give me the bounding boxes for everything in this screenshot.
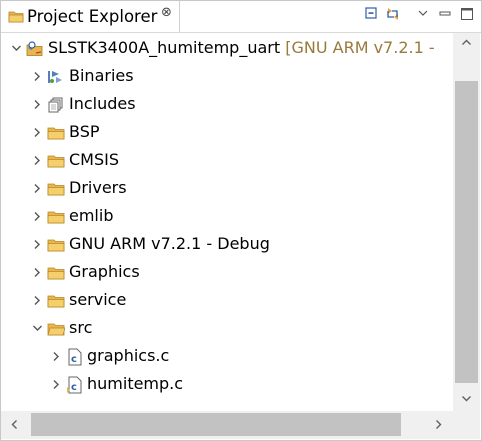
tree-item-label: Graphics	[69, 262, 140, 281]
chevron-right-icon[interactable]	[32, 183, 43, 194]
tree-item-label: Drivers	[69, 178, 127, 197]
folder-open-icon	[47, 320, 66, 338]
tree-item-service[interactable]: service	[1, 287, 453, 315]
scroll-right-icon[interactable]	[433, 419, 444, 433]
tree-item-graphics[interactable]: Graphics	[1, 259, 453, 287]
c-source-file-icon: c	[66, 348, 84, 366]
tree-item-label: src	[69, 318, 93, 337]
scroll-left-icon[interactable]	[9, 419, 20, 433]
scrollbar-corner	[453, 411, 480, 439]
chevron-right-icon[interactable]	[32, 239, 43, 250]
project-name: SLSTK3400A_humitemp_uart	[48, 38, 281, 57]
includes-icon	[47, 96, 65, 114]
tree-item-label: graphics.c	[87, 346, 170, 365]
link-with-editor-icon[interactable]	[385, 6, 401, 22]
chevron-right-icon[interactable]	[32, 267, 43, 278]
tree-item-label: Binaries	[69, 66, 134, 85]
tab-project-explorer[interactable]: Project Explorer ⊗	[1, 1, 180, 32]
folder-icon	[47, 264, 65, 282]
folder-icon	[47, 180, 65, 198]
tree-item-graphics-c[interactable]: c graphics.c	[1, 343, 453, 371]
binaries-icon	[47, 68, 65, 86]
chevron-right-icon[interactable]	[32, 211, 43, 222]
tree-item-humitemp-c[interactable]: c humitemp.c	[1, 371, 453, 399]
minimize-icon[interactable]	[437, 6, 453, 22]
folder-icon	[47, 124, 65, 142]
tree-item-src[interactable]: src	[1, 315, 453, 343]
tree-item-label: humitemp.c	[87, 374, 184, 393]
folder-icon	[47, 152, 65, 170]
tree-item-debug-folder[interactable]: GNU ARM v7.2.1 - Debug	[1, 231, 453, 259]
folder-icon	[47, 236, 65, 254]
project-icon	[26, 40, 44, 58]
tree-item-label: service	[69, 290, 127, 309]
tree-item-cmsis[interactable]: CMSIS	[1, 147, 453, 175]
svg-text:c: c	[71, 382, 77, 393]
tab-title: Project Explorer	[27, 7, 158, 26]
scroll-down-icon[interactable]	[461, 393, 472, 407]
folder-icon	[8, 9, 24, 28]
c-source-file-icon: c	[66, 376, 84, 394]
tree-item-label: BSP	[69, 122, 100, 141]
tree-item-label: GNU ARM v7.2.1 - Debug	[69, 234, 270, 253]
tree-item-bsp[interactable]: BSP	[1, 119, 453, 147]
tree-item-includes[interactable]: Includes	[1, 91, 453, 119]
project-label: SLSTK3400A_humitemp_uart [GNU ARM v7.2.1…	[48, 38, 435, 57]
scroll-up-icon[interactable]	[461, 37, 472, 51]
folder-icon	[47, 208, 65, 226]
chevron-right-icon[interactable]	[32, 127, 43, 138]
folder-icon	[47, 292, 65, 310]
chevron-right-icon[interactable]	[51, 379, 62, 390]
horizontal-scrollbar[interactable]	[1, 411, 453, 439]
horizontal-scroll-thumb[interactable]	[31, 413, 401, 436]
project-tree: SLSTK3400A_humitemp_uart [GNU ARM v7.2.1…	[1, 33, 453, 409]
tree-item-label: emlib	[69, 206, 114, 225]
chevron-right-icon[interactable]	[32, 155, 43, 166]
maximize-icon[interactable]	[459, 6, 475, 22]
close-icon[interactable]: ⊗	[161, 5, 172, 20]
view-tab-bar: Project Explorer ⊗	[1, 1, 481, 33]
collapse-all-icon[interactable]	[364, 6, 380, 22]
tree-item-binaries[interactable]: Binaries	[1, 63, 453, 91]
view-menu-icon[interactable]	[415, 6, 431, 22]
chevron-right-icon[interactable]	[51, 351, 62, 362]
vertical-scroll-thumb[interactable]	[455, 81, 478, 383]
chevron-down-icon[interactable]	[11, 43, 22, 54]
vertical-scrollbar[interactable]	[453, 33, 480, 411]
tree-item-label: Includes	[69, 94, 136, 113]
chevron-right-icon[interactable]	[32, 71, 43, 82]
svg-text:c: c	[71, 354, 77, 365]
tree-item-project[interactable]: SLSTK3400A_humitemp_uart [GNU ARM v7.2.1…	[1, 35, 453, 63]
tree-item-label: CMSIS	[69, 150, 120, 169]
chevron-right-icon[interactable]	[32, 99, 43, 110]
tree-item-drivers[interactable]: Drivers	[1, 175, 453, 203]
tree-item-emlib[interactable]: emlib	[1, 203, 453, 231]
chevron-down-icon[interactable]	[32, 323, 43, 334]
project-explorer-view: Project Explorer ⊗ SLSTK3400A_humitemp_u…	[0, 0, 482, 441]
chevron-right-icon[interactable]	[32, 295, 43, 306]
project-decoration: [GNU ARM v7.2.1 -	[285, 38, 435, 57]
